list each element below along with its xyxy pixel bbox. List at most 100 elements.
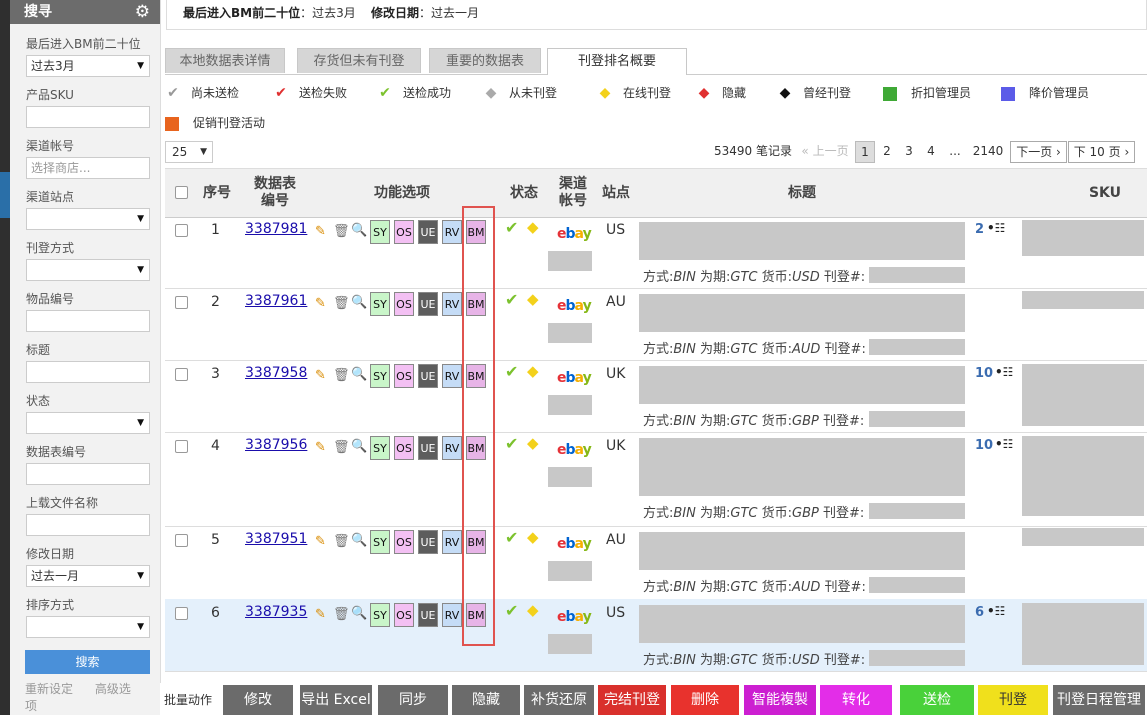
sidebar-input[interactable] — [26, 514, 150, 536]
bulk-button[interactable]: 同步 — [378, 685, 448, 715]
page-link[interactable]: 2140 — [971, 141, 1005, 161]
sheet-number-link[interactable]: 3387935 — [245, 604, 307, 620]
trash-icon[interactable]: 🗑 — [333, 534, 350, 549]
gear-icon[interactable]: ⚙ — [135, 2, 150, 22]
edit-pencil-icon[interactable]: ✎ — [315, 440, 326, 455]
next-page-button[interactable]: 下一页 › — [1010, 141, 1067, 163]
trash-icon[interactable]: 🗑 — [333, 368, 350, 383]
bulk-button[interactable]: 补货还原 — [524, 685, 594, 715]
variation-list-icon[interactable]: •☷ — [995, 437, 1013, 451]
prev-page-link[interactable]: « 上一页 — [801, 141, 849, 161]
search-icon[interactable]: 🔍 — [351, 533, 367, 548]
bulk-button[interactable]: 送检 — [900, 685, 974, 715]
row-checkbox[interactable] — [175, 296, 188, 309]
bulk-button[interactable]: 隐藏 — [452, 685, 520, 715]
page-link[interactable]: 1 — [855, 141, 875, 163]
function-button-rv[interactable]: RV — [442, 530, 462, 554]
page-link[interactable]: 2 — [878, 141, 896, 161]
function-button-sy[interactable]: SY — [370, 292, 390, 316]
sidebar-select[interactable]: ▼ — [26, 412, 150, 434]
bulk-button[interactable]: 修改 — [223, 685, 293, 715]
bulk-button[interactable]: 完结刊登 — [598, 685, 666, 715]
sidebar-select[interactable]: ▼ — [26, 616, 150, 638]
next-10-pages-button[interactable]: 下 10 页 › — [1068, 141, 1135, 163]
trash-icon[interactable]: 🗑 — [333, 296, 350, 311]
search-icon[interactable]: 🔍 — [351, 606, 367, 621]
per-page-select[interactable]: 25 ▼ — [165, 141, 213, 163]
tab-1[interactable]: 本地数据表详情 — [165, 48, 285, 73]
edit-pencil-icon[interactable]: ✎ — [315, 368, 326, 383]
variation-list-icon[interactable]: •☷ — [987, 221, 1005, 235]
function-button-rv[interactable]: RV — [442, 220, 462, 244]
sheet-number-link[interactable]: 3387951 — [245, 531, 307, 547]
search-button[interactable]: 搜索 — [25, 650, 150, 674]
square-green-icon — [883, 86, 897, 101]
sidebar-select[interactable]: ▼ — [26, 259, 150, 281]
bulk-button[interactable]: 刊登 — [978, 685, 1048, 715]
function-button-sy[interactable]: SY — [370, 220, 390, 244]
function-button-os[interactable]: OS — [394, 603, 414, 627]
bulk-button[interactable]: 刊登日程管理 — [1053, 685, 1145, 715]
function-button-ue[interactable]: UE — [418, 292, 438, 316]
sidebar-select[interactable]: 过去3月 ▼ — [26, 55, 150, 77]
edit-pencil-icon[interactable]: ✎ — [315, 224, 326, 239]
function-button-os[interactable]: OS — [394, 292, 414, 316]
search-icon[interactable]: 🔍 — [351, 295, 367, 310]
function-button-os[interactable]: OS — [394, 364, 414, 388]
row-checkbox[interactable] — [175, 368, 188, 381]
function-button-ue[interactable]: UE — [418, 220, 438, 244]
function-button-rv[interactable]: RV — [442, 292, 462, 316]
function-button-os[interactable]: OS — [394, 220, 414, 244]
bulk-button[interactable]: 智能複製 — [744, 685, 816, 715]
function-button-rv[interactable]: RV — [442, 364, 462, 388]
sidebar-input[interactable] — [26, 106, 150, 128]
tab-3[interactable]: 重要的数据表 — [429, 48, 541, 73]
search-icon[interactable]: 🔍 — [351, 439, 367, 454]
reset-link[interactable]: 重新设定 — [25, 682, 73, 696]
sidebar-input[interactable] — [26, 463, 150, 485]
function-button-os[interactable]: OS — [394, 436, 414, 460]
function-button-sy[interactable]: SY — [370, 364, 390, 388]
function-button-os[interactable]: OS — [394, 530, 414, 554]
bulk-button[interactable]: 删除 — [671, 685, 739, 715]
search-icon[interactable]: 🔍 — [351, 223, 367, 238]
bulk-button[interactable]: 导出 Excel — [300, 685, 372, 715]
function-button-ue[interactable]: UE — [418, 603, 438, 627]
sidebar-select[interactable]: ▼ — [26, 208, 150, 230]
edit-pencil-icon[interactable]: ✎ — [315, 607, 326, 622]
search-icon[interactable]: 🔍 — [351, 367, 367, 382]
function-button-ue[interactable]: UE — [418, 364, 438, 388]
variation-list-icon[interactable]: •☷ — [995, 365, 1013, 379]
function-button-ue[interactable]: UE — [418, 530, 438, 554]
trash-icon[interactable]: 🗑 — [333, 440, 350, 455]
trash-icon[interactable]: 🗑 — [333, 607, 350, 622]
sidebar-select[interactable]: 过去一月 ▼ — [26, 565, 150, 587]
page-link[interactable]: 4 — [922, 141, 940, 161]
row-checkbox[interactable] — [175, 534, 188, 547]
page-link[interactable]: 3 — [900, 141, 918, 161]
row-checkbox[interactable] — [175, 607, 188, 620]
sheet-number-link[interactable]: 3387956 — [245, 437, 307, 453]
function-button-sy[interactable]: SY — [370, 436, 390, 460]
sheet-number-link[interactable]: 3387981 — [245, 221, 307, 237]
sheet-number-link[interactable]: 3387961 — [245, 293, 307, 309]
function-button-rv[interactable]: RV — [442, 603, 462, 627]
tab-4[interactable]: 刊登排名概要 — [547, 48, 687, 75]
sidebar-input[interactable]: 选择商店... — [26, 157, 150, 179]
sheet-number-link[interactable]: 3387958 — [245, 365, 307, 381]
sidebar-input[interactable] — [26, 361, 150, 383]
function-button-rv[interactable]: RV — [442, 436, 462, 460]
tab-2[interactable]: 存货但未有刊登 — [297, 48, 421, 73]
function-button-sy[interactable]: SY — [370, 603, 390, 627]
select-all-checkbox[interactable] — [175, 186, 188, 199]
function-button-sy[interactable]: SY — [370, 530, 390, 554]
row-checkbox[interactable] — [175, 224, 188, 237]
sidebar-input[interactable] — [26, 310, 150, 332]
function-button-ue[interactable]: UE — [418, 436, 438, 460]
row-checkbox[interactable] — [175, 440, 188, 453]
trash-icon[interactable]: 🗑 — [333, 224, 350, 239]
edit-pencil-icon[interactable]: ✎ — [315, 296, 326, 311]
variation-list-icon[interactable]: •☷ — [987, 604, 1005, 618]
bulk-button[interactable]: 转化 — [820, 685, 892, 715]
edit-pencil-icon[interactable]: ✎ — [315, 534, 326, 549]
